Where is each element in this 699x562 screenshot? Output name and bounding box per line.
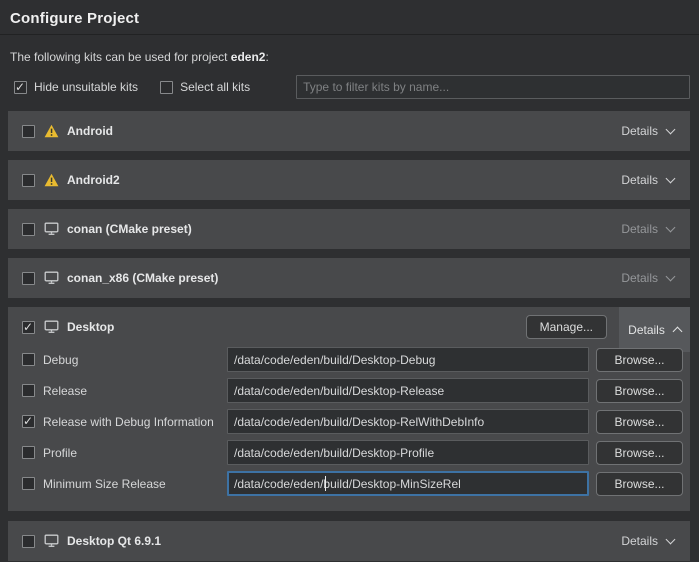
kit-row-android[interactable]: Android Details [8,111,690,151]
text-caret [325,476,326,491]
build-config-row-minsizerel: Minimum Size Release Browse... [22,471,683,496]
kit-checkbox[interactable] [22,272,35,285]
kit-checkbox[interactable] [22,535,35,548]
kit-row-conan-x86[interactable]: conan_x86 (CMake preset) Details [8,258,690,298]
path-field-wrap-focused [227,471,589,496]
build-path-input[interactable] [227,409,589,434]
config-label: Release with Debug Information [43,415,227,429]
filter-row: Hide unsuitable kits Select all kits [14,75,690,99]
details-label: Details [621,124,658,138]
details-toggle[interactable]: Details [619,534,676,548]
project-name: eden2 [231,50,266,64]
kit-row-desktop-qt[interactable]: Desktop Qt 6.9.1 Details [8,521,690,561]
browse-button[interactable]: Browse... [596,410,683,434]
config-checkbox[interactable] [22,477,35,490]
desktop-monitor-icon [44,271,60,285]
build-path-input-focused[interactable] [227,471,589,496]
details-toggle-area[interactable]: Details [619,307,690,352]
kit-list: Android Details Android2 Details conan (… [8,111,690,561]
intro-text: The following kits can be used for proje… [10,50,689,64]
page-title: Configure Project [10,10,689,27]
browse-button[interactable]: Browse... [596,441,683,465]
checkbox-icon[interactable] [160,81,173,94]
kit-name: Android [67,124,113,138]
checkbox-icon[interactable] [14,81,27,94]
chevron-down-icon [666,125,676,135]
build-config-row-relwithdebinfo: Release with Debug Information Browse... [22,409,683,434]
kit-checkbox[interactable] [22,321,35,334]
kit-name: Desktop [67,320,114,334]
kit-checkbox[interactable] [22,223,35,236]
kit-name: Android2 [67,173,120,187]
kit-checkbox[interactable] [22,174,35,187]
details-toggle[interactable]: Details [619,124,676,138]
kit-checkbox[interactable] [22,125,35,138]
kit-name: conan_x86 (CMake preset) [67,271,218,285]
select-all-kits-label: Select all kits [180,80,250,94]
build-config-row-profile: Profile Browse... [22,440,683,465]
details-label: Details [621,173,658,187]
path-field-wrap [227,347,589,372]
path-field-wrap [227,440,589,465]
config-checkbox[interactable] [22,446,35,459]
config-label: Release [43,384,227,398]
config-label: Debug [43,353,227,367]
browse-button[interactable]: Browse... [596,472,683,496]
kit-filter-input[interactable] [296,75,690,99]
hide-unsuitable-kits-label: Hide unsuitable kits [34,80,138,94]
select-all-kits-checkbox[interactable]: Select all kits [160,80,250,94]
config-checkbox[interactable] [22,415,35,428]
browse-button[interactable]: Browse... [596,348,683,372]
config-label: Minimum Size Release [43,477,227,491]
kit-name: conan (CMake preset) [67,222,192,236]
build-path-input[interactable] [227,440,589,465]
chevron-down-icon [666,223,676,233]
hide-unsuitable-kits-checkbox[interactable]: Hide unsuitable kits [14,80,138,94]
kit-row-android2[interactable]: Android2 Details [8,160,690,200]
kit-row-conan[interactable]: conan (CMake preset) Details [8,209,690,249]
config-checkbox[interactable] [22,353,35,366]
chevron-down-icon [666,535,676,545]
intro-before: The following kits can be used for proje… [10,50,231,64]
desktop-monitor-icon [44,222,60,236]
chevron-down-icon [666,174,676,184]
details-label: Details [621,534,658,548]
details-label: Details [621,222,658,236]
details-label: Details [628,323,665,337]
path-field-wrap [227,409,589,434]
build-config-row-release: Release Browse... [22,378,683,403]
details-toggle[interactable]: Details [619,222,676,236]
details-toggle[interactable]: Details [619,271,676,285]
page-header: Configure Project [0,0,699,35]
build-path-input[interactable] [227,378,589,403]
warning-icon [44,173,60,187]
details-label: Details [621,271,658,285]
path-field-wrap [227,378,589,403]
chevron-down-icon [666,272,676,282]
kit-panel-desktop: Desktop Manage... Details Debug Browse..… [8,307,690,511]
chevron-up-icon [672,327,682,337]
warning-icon [44,124,60,138]
build-path-input[interactable] [227,347,589,372]
manage-kits-button[interactable]: Manage... [526,315,607,339]
config-checkbox[interactable] [22,384,35,397]
details-toggle[interactable]: Details [626,323,683,337]
kit-name: Desktop Qt 6.9.1 [67,534,161,548]
desktop-monitor-icon [44,320,60,334]
build-config-row-debug: Debug Browse... [22,347,683,372]
config-label: Profile [43,446,227,460]
details-toggle[interactable]: Details [619,173,676,187]
intro-after: : [265,50,268,64]
kit-row-desktop[interactable]: Desktop Manage... Details [8,307,690,347]
browse-button[interactable]: Browse... [596,379,683,403]
desktop-monitor-icon [44,534,60,548]
